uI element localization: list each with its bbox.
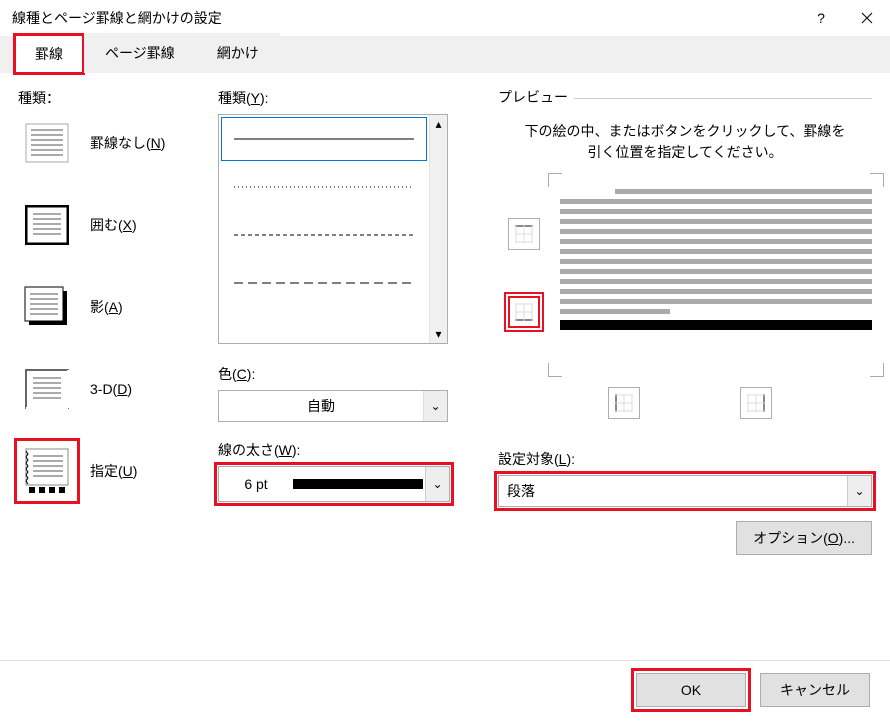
width-sample-icon xyxy=(293,479,423,489)
color-dropdown[interactable]: 自動 ⌄ xyxy=(218,390,448,422)
close-button[interactable] xyxy=(844,0,890,36)
border-left-button[interactable] xyxy=(608,387,640,419)
setting-none[interactable]: 罫線なし(N) xyxy=(18,114,208,172)
scroll-up-icon[interactable]: ▴ xyxy=(430,115,447,133)
width-label: 線の太さ(W): xyxy=(218,440,468,460)
help-button[interactable]: ? xyxy=(798,0,844,36)
setting-custom-label: 指定(U) xyxy=(90,461,137,481)
style-label: 種類(Y): xyxy=(218,88,468,108)
border-none-icon xyxy=(25,123,69,163)
dialog-footer: OK キャンセル xyxy=(0,660,890,718)
borders-and-shading-dialog: 線種とページ罫線と網かけの設定 ? 罫線 ページ罫線 網かけ 種類： 罫線なし(… xyxy=(0,0,890,726)
preview-canvas[interactable] xyxy=(560,185,872,365)
style-dash-large[interactable] xyxy=(219,259,429,307)
cancel-button[interactable]: キャンセル xyxy=(760,673,870,707)
border-top-icon xyxy=(515,225,533,243)
setting-shadow[interactable]: 影(A) xyxy=(18,278,208,336)
apply-to-label: 設定対象(L): xyxy=(498,449,872,469)
options-button[interactable]: オプション(O)... xyxy=(736,521,872,555)
setting-label: 種類： xyxy=(18,88,208,108)
setting-3d[interactable]: 3-D(D) xyxy=(18,360,208,418)
chevron-down-icon: ⌄ xyxy=(847,476,871,506)
scroll-down-icon[interactable]: ▾ xyxy=(430,325,447,343)
close-icon xyxy=(861,12,873,24)
chevron-down-icon: ⌄ xyxy=(423,391,447,421)
tab-borders[interactable]: 罫線 xyxy=(14,34,84,74)
border-bottom-icon xyxy=(515,303,533,321)
style-column: 種類(Y): ▴ ▾ 色(C): 自動 ⌄ xyxy=(208,88,468,652)
setting-3d-label: 3-D(D) xyxy=(90,381,132,397)
scroll-track[interactable] xyxy=(430,133,447,325)
border-left-icon xyxy=(615,394,633,412)
border-top-button[interactable] xyxy=(508,218,540,250)
style-dotted[interactable] xyxy=(219,163,429,211)
border-custom-icon xyxy=(25,448,69,494)
width-dropdown[interactable]: 6 pt ⌄ xyxy=(218,466,450,502)
style-scrollbar[interactable]: ▴ ▾ xyxy=(429,115,447,343)
style-dash-small[interactable] xyxy=(219,211,429,259)
style-solid[interactable] xyxy=(219,115,429,163)
border-bottom-button[interactable] xyxy=(508,296,540,328)
setting-box-label: 囲む(X) xyxy=(90,215,137,235)
preview-label: プレビュー xyxy=(498,87,574,107)
preview-bottom-border xyxy=(560,320,872,330)
guide-corner-icon xyxy=(870,363,884,377)
setting-shadow-label: 影(A) xyxy=(90,297,123,317)
tab-page-borders[interactable]: ページ罫線 xyxy=(84,33,196,73)
guide-corner-icon xyxy=(548,173,562,187)
ok-button[interactable]: OK xyxy=(636,673,746,707)
tab-shading[interactable]: 網かけ xyxy=(196,33,280,73)
setting-custom[interactable]: 指定(U) xyxy=(18,442,208,500)
width-value: 6 pt xyxy=(219,476,293,492)
preview-description: 下の絵の中、またはボタンをクリックして、罫線を引く位置を指定してください。 xyxy=(518,121,852,163)
apply-to-dropdown[interactable]: 段落 ⌄ xyxy=(498,475,872,507)
setting-column: 種類： 罫線なし(N) 囲む(X) 影(A) 3-D(D) 指定(U) xyxy=(18,88,208,652)
preview-paragraph-icon xyxy=(560,185,872,314)
border-right-button[interactable] xyxy=(740,387,772,419)
chevron-down-icon: ⌄ xyxy=(425,467,449,501)
guide-corner-icon xyxy=(548,363,562,377)
border-shadow-icon xyxy=(24,286,70,328)
border-3d-icon xyxy=(25,369,69,409)
dialog-title: 線種とページ罫線と網かけの設定 xyxy=(12,8,222,28)
style-listbox[interactable]: ▴ ▾ xyxy=(218,114,448,344)
color-label: 色(C): xyxy=(218,364,468,384)
setting-none-label: 罫線なし(N) xyxy=(90,133,165,153)
setting-box[interactable]: 囲む(X) xyxy=(18,196,208,254)
titlebar: 線種とページ罫線と網かけの設定 ? xyxy=(0,0,890,36)
guide-corner-icon xyxy=(870,173,884,187)
tabs: 罫線 ページ罫線 網かけ xyxy=(0,36,890,74)
border-right-icon xyxy=(747,394,765,412)
apply-to-value: 段落 xyxy=(499,476,847,506)
color-value: 自動 xyxy=(219,396,423,416)
preview-column: プレビュー 下の絵の中、またはボタンをクリックして、罫線を引く位置を指定してくだ… xyxy=(468,88,872,652)
border-box-icon xyxy=(25,205,69,245)
